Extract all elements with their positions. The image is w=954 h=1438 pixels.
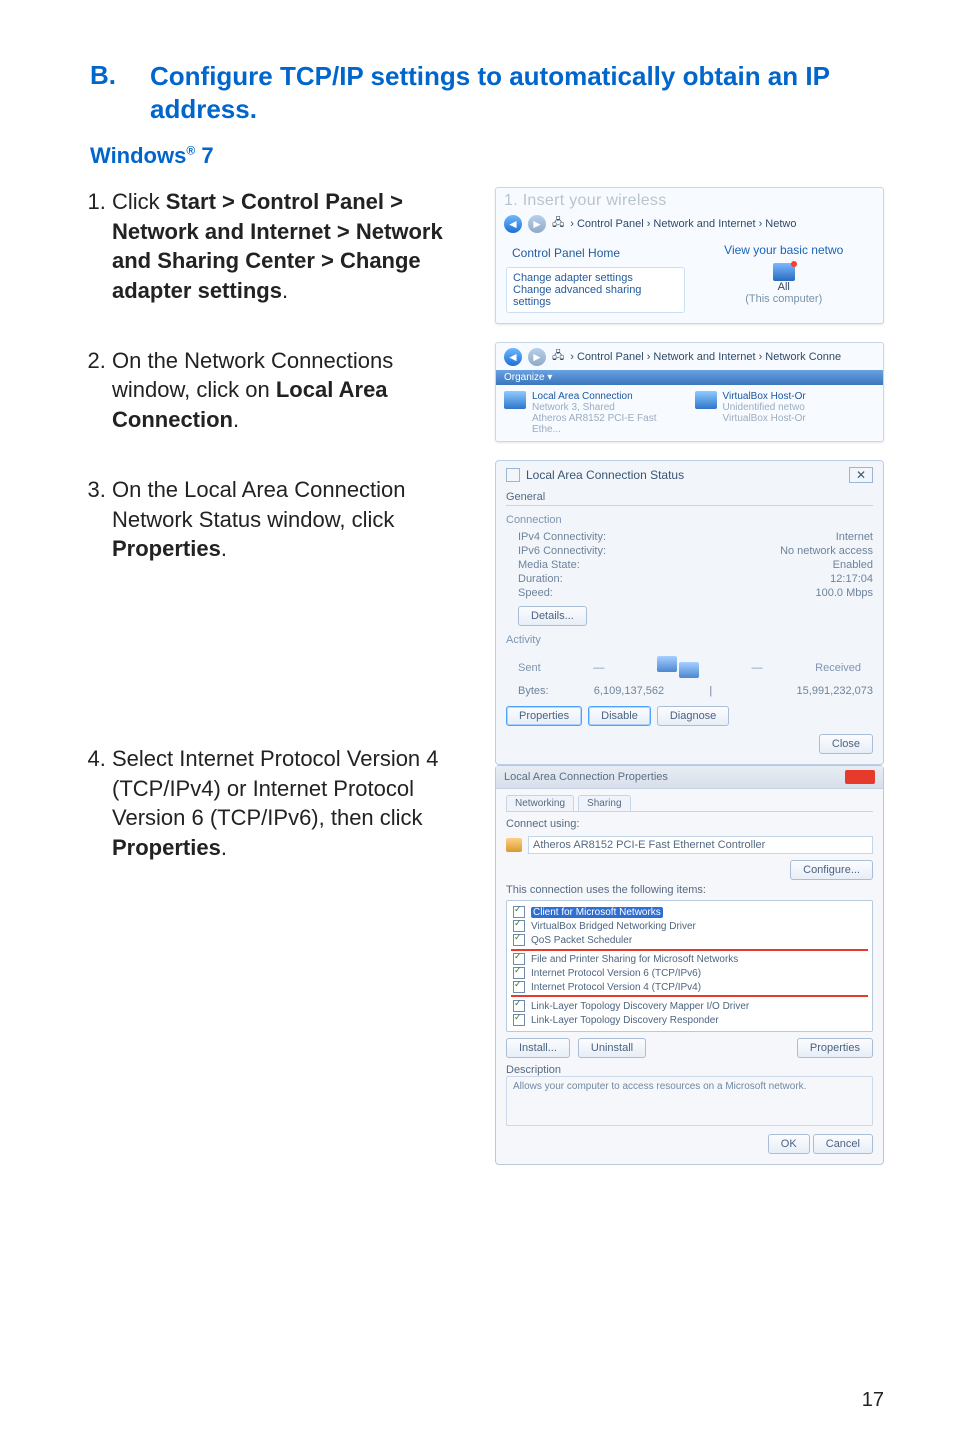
- step-4: Select Internet Protocol Version 4 (TCP/…: [112, 744, 475, 863]
- close-icon[interactable]: ✕: [849, 467, 873, 483]
- tab-networking[interactable]: Networking: [506, 795, 574, 811]
- items-listbox[interactable]: Client for Microsoft Networks VirtualBox…: [506, 900, 873, 1032]
- kv-ipv6: IPv6 Connectivity:No network access: [506, 544, 873, 558]
- properties-button[interactable]: Properties: [506, 706, 582, 726]
- organize-button[interactable]: Organize ▾: [496, 370, 883, 385]
- page-number: 17: [862, 1389, 884, 1412]
- item-ipv6[interactable]: Internet Protocol Version 6 (TCP/IPv6): [531, 968, 701, 979]
- breadcrumb-net-icon: 🖧: [552, 347, 564, 366]
- this-computer-label: (This computer): [695, 293, 874, 305]
- window-title: Local Area Connection Properties: [504, 771, 668, 783]
- breadcrumb-path[interactable]: › Control Panel › Network and Internet ›…: [570, 351, 841, 363]
- kv-ipv4: IPv4 Connectivity:Internet: [506, 530, 873, 544]
- computer-label: All: [695, 281, 874, 293]
- change-adapter-link[interactable]: Change adapter settings: [513, 272, 678, 284]
- item-properties-button[interactable]: Properties: [797, 1038, 873, 1058]
- network-adapter-icon: [695, 391, 717, 409]
- activity-icon: [657, 654, 699, 682]
- cancel-button[interactable]: Cancel: [813, 1134, 873, 1154]
- screenshot-control-panel: 1. Insert your wireless ◄ ► 🖧 › Control …: [495, 187, 884, 324]
- received-label: Received: [815, 662, 861, 674]
- details-button[interactable]: Details...: [518, 606, 587, 626]
- tab-sharing[interactable]: Sharing: [578, 795, 630, 811]
- item-vbox[interactable]: VirtualBox Bridged Networking Driver: [531, 921, 696, 932]
- steps-list: Click Start > Control Panel > Network an…: [90, 187, 475, 863]
- diagnose-button[interactable]: Diagnose: [657, 706, 729, 726]
- network-adapter-icon: [504, 391, 526, 409]
- connect-using-label: Connect using:: [506, 818, 873, 830]
- kv-speed: Speed:100.0 Mbps: [506, 586, 873, 600]
- nav-forward-icon[interactable]: ►: [528, 348, 546, 366]
- screenshot-connection-properties: Local Area Connection Properties Network…: [495, 765, 884, 1165]
- tab-general[interactable]: General: [506, 487, 873, 506]
- group-activity: Activity: [506, 634, 873, 646]
- section-letter: B.: [90, 60, 150, 91]
- step-2: On the Network Connections window, click…: [112, 346, 475, 435]
- item-client[interactable]: Client for Microsoft Networks: [531, 907, 663, 918]
- group-connection: Connection: [506, 514, 873, 526]
- section-heading: B. Configure TCP/IP settings to automati…: [90, 60, 884, 125]
- bytes-label: Bytes:: [518, 685, 549, 697]
- disable-button[interactable]: Disable: [588, 706, 651, 726]
- install-button[interactable]: Install...: [506, 1038, 570, 1058]
- item-qos[interactable]: QoS Packet Scheduler: [531, 935, 632, 946]
- kv-media: Media State:Enabled: [506, 558, 873, 572]
- uninstall-button[interactable]: Uninstall: [578, 1038, 646, 1058]
- virtualbox-connection-item[interactable]: VirtualBox Host-Or Unidentified netwo Vi…: [695, 391, 876, 435]
- subheading-os: Windows: [90, 143, 186, 168]
- nav-back-icon[interactable]: ◄: [504, 348, 522, 366]
- breadcrumb-path[interactable]: › Control Panel › Network and Internet ›…: [570, 218, 796, 230]
- change-advanced-link[interactable]: Change advanced sharing settings: [513, 284, 678, 308]
- item-lltd-mapper[interactable]: Link-Layer Topology Discovery Mapper I/O…: [531, 1001, 749, 1012]
- item-lltd-responder[interactable]: Link-Layer Topology Discovery Responder: [531, 1015, 719, 1026]
- sent-label: Sent: [518, 662, 541, 674]
- item-fps[interactable]: File and Printer Sharing for Microsoft N…: [531, 954, 738, 965]
- bytes-received: 15,991,232,073: [712, 685, 873, 697]
- bytes-sent: 6,109,137,562: [549, 685, 710, 697]
- nic-field: Atheros AR8152 PCI-E Fast Ethernet Contr…: [528, 836, 873, 854]
- kv-duration: Duration:12:17:04: [506, 572, 873, 586]
- description-label: Description: [506, 1064, 873, 1076]
- items-label: This connection uses the following items…: [506, 884, 873, 896]
- computer-icon: [773, 263, 795, 281]
- nic-icon: [506, 838, 522, 852]
- ok-button[interactable]: OK: [768, 1134, 810, 1154]
- close-button[interactable]: Close: [819, 734, 873, 754]
- subheading-ver: 7: [195, 143, 213, 168]
- local-area-connection-item[interactable]: Local Area Connection Network 3, Shared …: [504, 391, 685, 435]
- view-basic-link[interactable]: View your basic netwo: [695, 243, 874, 257]
- description-text: Allows your computer to access resources…: [506, 1076, 873, 1126]
- window-icon: [506, 468, 520, 482]
- close-icon[interactable]: [845, 770, 875, 784]
- window-title: Local Area Connection Status: [526, 468, 684, 482]
- screenshot-network-connections: ◄ ► 🖧 › Control Panel › Network and Inte…: [495, 342, 884, 442]
- section-title: Configure TCP/IP settings to automatical…: [150, 60, 884, 125]
- breadcrumb-net-icon: 🖧: [552, 214, 564, 233]
- breadcrumb[interactable]: ◄ ► 🖧 › Control Panel › Network and Inte…: [496, 210, 883, 237]
- configure-button[interactable]: Configure...: [790, 860, 873, 880]
- nav-back-icon[interactable]: ◄: [504, 215, 522, 233]
- step-1: Click Start > Control Panel > Network an…: [112, 187, 475, 306]
- registered-icon: ®: [186, 144, 195, 158]
- item-ipv4[interactable]: Internet Protocol Version 4 (TCP/IPv4): [531, 982, 701, 993]
- screenshot-connection-status: Local Area Connection Status ✕ General C…: [495, 460, 884, 765]
- subheading: Windows® 7: [90, 143, 884, 169]
- breadcrumb[interactable]: ◄ ► 🖧 › Control Panel › Network and Inte…: [496, 343, 883, 370]
- watermark-text: 1. Insert your wireless: [496, 188, 883, 210]
- nav-forward-icon[interactable]: ►: [528, 215, 546, 233]
- control-panel-home-link[interactable]: Control Panel Home: [506, 243, 685, 263]
- step-3: On the Local Area Connection Network Sta…: [112, 475, 475, 564]
